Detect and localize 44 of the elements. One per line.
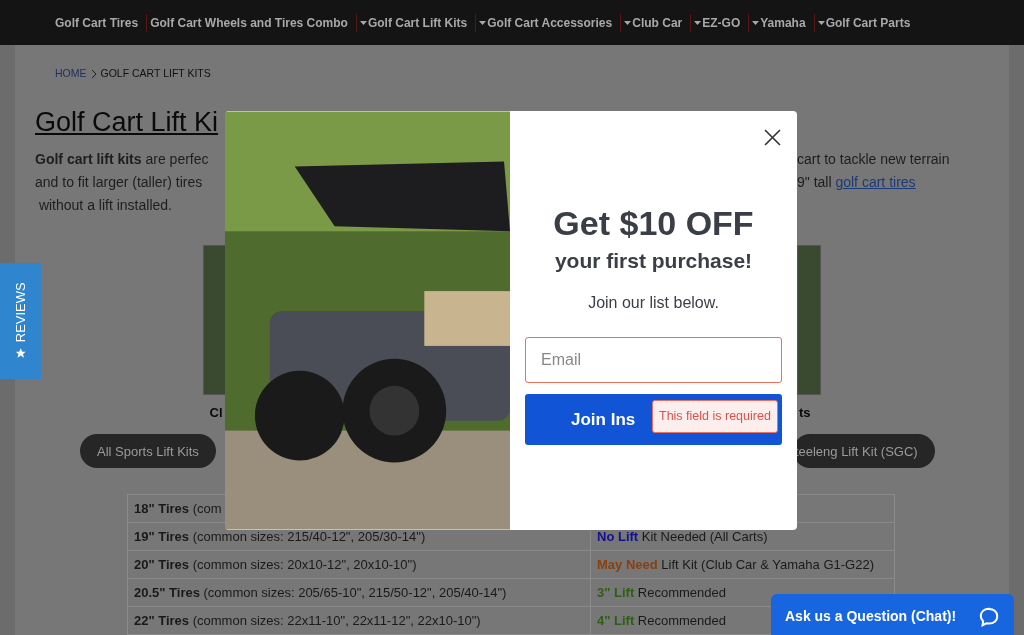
table-cell-text: 4" Lift Recommended (596, 612, 727, 630)
caret-icon (752, 20, 760, 25)
error-tooltip: This field is required (652, 400, 778, 433)
caret-icon (359, 20, 367, 25)
table-cell-text: No Lift Kit Needed (All Carts) (596, 528, 769, 546)
popup-subhead: your first purchase! (554, 248, 753, 274)
popup-note: Join our list below. (588, 293, 719, 313)
caret-icon (817, 20, 825, 25)
email-field[interactable]: Email (525, 337, 782, 383)
page-title: Golf Cart Lift Ki (35, 105, 219, 138)
nav-link[interactable]: Golf Cart Accessories (475, 13, 621, 32)
card-caption: ts (798, 403, 811, 422)
nav-link[interactable]: Golf Cart Parts (813, 13, 919, 32)
table-cell: 20.5" Tires (common sizes: 205/65-10", 215/50-12", 205/40-14") (128, 579, 591, 607)
breadcrumb-current: GOLF CART LIFT KITS (100, 66, 211, 81)
intro-text: and to fit larger (taller) tires (35, 172, 204, 192)
close-button[interactable] (761, 126, 783, 148)
close-icon (763, 128, 781, 146)
nav-link[interactable]: EZ-GO (690, 13, 749, 32)
intro-text: cart to tackle new terrain (797, 149, 950, 169)
card-caption: Cl (208, 403, 223, 422)
nav-link[interactable]: Golf Cart Wheels and Tires Combo (146, 13, 356, 32)
nav-link[interactable]: Club Car (620, 13, 691, 32)
table-cell-text: 3" Lift Recommended (596, 584, 727, 602)
reviews-tab[interactable]: REVIEWS (0, 263, 41, 379)
table-cell: 20" Tires (common sizes: 20x10-12", 20x10-10") (128, 551, 591, 579)
caret-icon (694, 20, 702, 25)
chat-bubble-icon (978, 605, 1000, 628)
intro-text: 9" tall (797, 172, 833, 192)
popup-headline: Get $10 OFF (553, 203, 754, 244)
chat-button[interactable]: Ask us a Question (Chat)! (771, 594, 1014, 635)
nav-link[interactable]: Golf Cart Lift Kits (355, 13, 476, 32)
caret-icon (479, 20, 487, 25)
star-icon (14, 347, 27, 360)
chevron-right-icon (90, 69, 97, 78)
filter-pill[interactable]: All Sports Lift Kits (80, 434, 216, 469)
table-cell: 22" Tires (common sizes: 22x11-10", 22x11-12", 22x10-10") (128, 607, 591, 635)
intro-text: Golf cart lift kits are perfec (35, 149, 210, 169)
intro-text: without a lift installed. (37, 195, 173, 215)
nav-link[interactable]: Yamaha (748, 13, 814, 32)
nav-link[interactable]: Golf Cart Tires (55, 13, 147, 32)
table-cell-text: May Need Lift Kit (Club Car & Yamaha G1-G22) (596, 556, 875, 574)
reviews-label: REVIEWS (11, 282, 29, 343)
caret-icon (624, 20, 632, 25)
